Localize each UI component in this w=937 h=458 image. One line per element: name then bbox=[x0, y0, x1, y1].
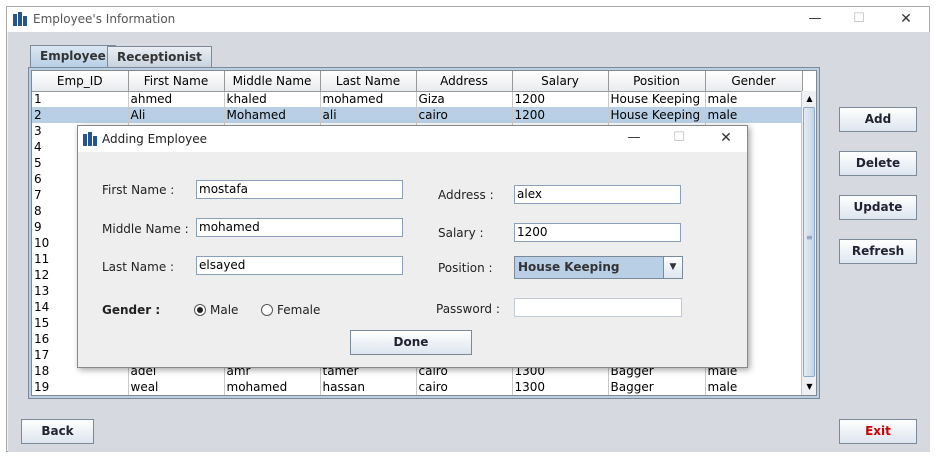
middle-name-label: Middle Name : bbox=[102, 222, 189, 236]
table-cell[interactable]: male bbox=[705, 379, 803, 395]
male-radio-label[interactable]: Male bbox=[210, 303, 238, 317]
table-cell[interactable]: Giza bbox=[416, 91, 513, 107]
table-row[interactable]: 19 weal mohamed hassan cairo 1300 Bagger male bbox=[32, 379, 803, 395]
exit-button[interactable]: Exit bbox=[839, 419, 917, 444]
gender-label: Gender : bbox=[102, 303, 161, 317]
position-select[interactable]: House Keeping ▼ bbox=[514, 256, 683, 279]
salary-field[interactable]: 1200 bbox=[514, 223, 681, 242]
dialog-close-button[interactable]: ✕ bbox=[714, 129, 738, 147]
table-cell[interactable]: cairo bbox=[416, 379, 513, 395]
table-cell[interactable]: Mohamed bbox=[224, 107, 321, 123]
column-header[interactable]: Middle Name bbox=[224, 71, 321, 92]
grip-icon: ≡ bbox=[806, 233, 813, 242]
table-cell[interactable]: cairo bbox=[416, 107, 513, 123]
column-header[interactable]: Gender bbox=[705, 71, 803, 92]
done-button[interactable]: Done bbox=[350, 330, 472, 355]
back-button[interactable]: Back bbox=[21, 419, 94, 444]
salary-label: Salary : bbox=[438, 226, 484, 240]
app-icon bbox=[13, 12, 27, 26]
password-label: Password : bbox=[436, 302, 500, 316]
title-bar: Employee's Information — ☐ ✕ bbox=[7, 7, 929, 32]
adding-employee-dialog: Adding Employee — ☐ ✕ First Name : mosta… bbox=[77, 125, 748, 368]
column-header[interactable]: Position bbox=[608, 71, 706, 92]
table-cell[interactable]: House Keeping bbox=[608, 107, 706, 123]
minimize-button[interactable]: — bbox=[803, 10, 827, 28]
dialog-title: Adding Employee bbox=[102, 132, 208, 146]
male-radio[interactable] bbox=[194, 304, 206, 316]
dialog-maximize-button[interactable]: ☐ bbox=[667, 129, 691, 147]
scroll-thumb[interactable]: ≡ bbox=[803, 107, 815, 377]
column-header[interactable]: First Name bbox=[128, 71, 225, 92]
table-cell[interactable]: mohamed bbox=[320, 91, 417, 107]
delete-button[interactable]: Delete bbox=[839, 151, 917, 176]
dialog-title-bar: Adding Employee — ☐ ✕ bbox=[78, 126, 747, 152]
close-button[interactable]: ✕ bbox=[894, 10, 918, 28]
dialog-app-icon bbox=[83, 132, 97, 146]
scroll-down-arrow-icon[interactable]: ▼ bbox=[804, 381, 815, 393]
address-field[interactable]: alex bbox=[514, 185, 681, 204]
table-cell[interactable]: ahmed bbox=[128, 91, 225, 107]
female-radio[interactable] bbox=[261, 304, 273, 316]
middle-name-field[interactable]: mohamed bbox=[196, 218, 403, 237]
column-header[interactable]: Salary bbox=[512, 71, 609, 92]
dialog-minimize-button[interactable]: — bbox=[622, 129, 646, 147]
add-button[interactable]: Add bbox=[839, 107, 917, 132]
column-header[interactable]: Emp_ID bbox=[32, 71, 129, 92]
window-title: Employee's Information bbox=[33, 12, 176, 26]
column-header[interactable]: Address bbox=[416, 71, 513, 92]
female-radio-label[interactable]: Female bbox=[277, 303, 320, 317]
table-cell[interactable]: 1200 bbox=[512, 107, 609, 123]
table-row[interactable]: 2 Ali Mohamed ali cairo 1200 House Keeping male bbox=[32, 107, 803, 123]
table-cell[interactable]: House Keeping bbox=[608, 91, 706, 107]
refresh-button[interactable]: Refresh bbox=[839, 239, 917, 264]
last-name-field[interactable]: elsayed bbox=[196, 256, 403, 275]
table-row[interactable]: 1 ahmed khaled mohamed Giza 1200 House Keeping… bbox=[32, 91, 803, 107]
table-header: Emp_ID First Name Middle Name Last Name Addr… bbox=[32, 71, 803, 92]
address-label: Address : bbox=[438, 188, 494, 202]
maximize-button[interactable]: ☐ bbox=[847, 10, 871, 28]
table-cell[interactable]: Ali bbox=[128, 107, 225, 123]
vertical-scrollbar[interactable]: ▲ ≡ ▼ bbox=[801, 91, 816, 395]
table-cell[interactable]: weal bbox=[128, 379, 225, 395]
password-field[interactable] bbox=[514, 298, 682, 317]
table-cell[interactable]: male bbox=[705, 91, 803, 107]
scroll-up-arrow-icon[interactable]: ▲ bbox=[804, 93, 815, 105]
last-name-label: Last Name : bbox=[102, 260, 175, 274]
first-name-label: First Name : bbox=[102, 183, 175, 197]
update-button[interactable]: Update bbox=[839, 195, 917, 220]
table-cell[interactable]: hassan bbox=[320, 379, 417, 395]
table-cell[interactable]: 1 bbox=[32, 91, 129, 107]
table-cell[interactable]: 1200 bbox=[512, 91, 609, 107]
table-cell[interactable]: male bbox=[705, 107, 803, 123]
table-cell[interactable]: Bagger bbox=[608, 379, 706, 395]
position-label: Position : bbox=[438, 261, 493, 275]
tab-employee[interactable]: Employee bbox=[30, 45, 116, 67]
position-selected-value: House Keeping bbox=[518, 260, 620, 274]
chevron-down-icon[interactable]: ▼ bbox=[663, 257, 682, 278]
first-name-field[interactable]: mostafa bbox=[196, 180, 403, 199]
column-header[interactable]: Last Name bbox=[320, 71, 417, 92]
table-cell[interactable]: mohamed bbox=[224, 379, 321, 395]
table-cell[interactable]: 1300 bbox=[512, 379, 609, 395]
tab-receptionist[interactable]: Receptionist bbox=[107, 46, 212, 67]
table-cell[interactable]: ali bbox=[320, 107, 417, 123]
table-cell[interactable]: 2 bbox=[32, 107, 129, 123]
table-cell[interactable]: 19 bbox=[32, 379, 129, 395]
table-cell[interactable]: khaled bbox=[224, 91, 321, 107]
